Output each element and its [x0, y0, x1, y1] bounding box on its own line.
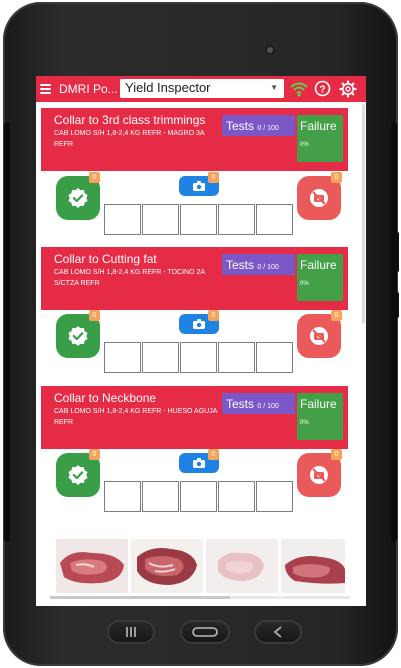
- failure-label: Failure: [300, 397, 337, 411]
- tool-select-value: Yield Inspector: [125, 80, 211, 95]
- camera-icon: [193, 458, 205, 468]
- measurement-cell[interactable]: [256, 204, 293, 235]
- horizontal-scrollbar[interactable]: [50, 596, 350, 599]
- reject-count-badge: 0: [331, 172, 342, 183]
- photo-count-badge: 0: [208, 172, 219, 183]
- measurement-cell[interactable]: [104, 204, 141, 235]
- measurement-cells: [104, 342, 294, 373]
- help-icon[interactable]: ?: [314, 80, 331, 97]
- camera-icon: [193, 319, 205, 329]
- tests-count: 0 / 100: [257, 403, 279, 410]
- measurement-cell[interactable]: [142, 481, 179, 512]
- step-card-header[interactable]: Collar to Cutting fat CAB LOMO S/H 1,8-2…: [41, 247, 348, 310]
- failure-indicator: Failure 0%: [297, 254, 343, 301]
- recent-apps-key[interactable]: [107, 620, 155, 644]
- step-description: CAB LOMO S/H 1,8-2,4 KG REFR - TOCINO 2A…: [54, 269, 205, 287]
- menu-icon[interactable]: [40, 84, 51, 94]
- tablet-bumper-left: [4, 122, 10, 542]
- meat-photo-thumbnail[interactable]: [206, 539, 278, 593]
- front-camera: [267, 47, 273, 53]
- tests-label: Tests: [226, 397, 255, 411]
- no-camera-icon: [310, 466, 328, 484]
- tablet-bumper-right: [391, 122, 397, 542]
- measurement-cell[interactable]: [180, 204, 217, 235]
- tests-counter: Tests 0 / 100: [222, 393, 295, 414]
- no-camera-icon: [310, 189, 328, 207]
- failure-indicator: Failure 0%: [297, 115, 343, 162]
- meat-photo-thumbnail[interactable]: [56, 539, 128, 593]
- tests-label: Tests: [226, 258, 255, 272]
- volume-button: [395, 232, 399, 272]
- svg-text:?: ?: [319, 85, 325, 96]
- approve-count-badge: 0: [89, 172, 100, 183]
- chevron-down-icon: ▼: [270, 83, 278, 92]
- app-topbar: DMRI Po... Yield Inspector ▼ ?: [36, 76, 366, 102]
- check-badge-icon: [68, 465, 88, 485]
- scrollbar-thumb[interactable]: [50, 596, 230, 599]
- reject-count-badge: 0: [331, 310, 342, 321]
- power-button: [395, 292, 399, 318]
- back-key[interactable]: [254, 620, 302, 644]
- vertical-scrollbar[interactable]: [362, 104, 365, 324]
- step-description: CAB LOMO S/H 1,8-2,4 KG REFR - MAGRO 3A …: [54, 130, 205, 148]
- measurement-cell[interactable]: [218, 342, 255, 373]
- measurement-cell[interactable]: [218, 481, 255, 512]
- reject-count-badge: 0: [331, 449, 342, 460]
- failure-percent: 0%: [300, 281, 309, 287]
- gear-icon[interactable]: [339, 80, 357, 98]
- measurement-cell[interactable]: [256, 481, 293, 512]
- measurement-cell[interactable]: [104, 481, 141, 512]
- recent-apps-icon: [126, 627, 136, 637]
- camera-icon: [193, 181, 205, 191]
- failure-label: Failure: [300, 258, 337, 272]
- photo-count-badge: 0: [208, 310, 219, 321]
- check-badge-icon: [68, 326, 88, 346]
- wifi-icon[interactable]: [290, 81, 308, 97]
- measurement-cell[interactable]: [142, 342, 179, 373]
- step-card-header[interactable]: Collar to 3rd class trimmings CAB LOMO S…: [41, 108, 348, 171]
- tests-counter: Tests 0 / 100: [222, 115, 295, 136]
- step-description: CAB LOMO S/H 1,8-2,4 KG REFR - HUESO AGU…: [54, 408, 217, 426]
- approve-count-badge: 0: [89, 310, 100, 321]
- measurement-cell[interactable]: [218, 204, 255, 235]
- measurement-cell[interactable]: [256, 342, 293, 373]
- meat-photo-thumbnail[interactable]: [281, 539, 345, 593]
- step-card-header[interactable]: Collar to Neckbone CAB LOMO S/H 1,8-2,4 …: [41, 386, 348, 449]
- measurement-cells: [104, 204, 294, 235]
- tests-counter: Tests 0 / 100: [222, 254, 295, 275]
- approve-count-badge: 0: [89, 449, 100, 460]
- app-screen: DMRI Po... Yield Inspector ▼ ? Collar to…: [36, 76, 366, 606]
- tests-count: 0 / 100: [257, 264, 279, 271]
- failure-indicator: Failure 0%: [297, 393, 343, 440]
- step-title: Collar to Cutting fat: [54, 252, 157, 266]
- home-icon: [192, 627, 218, 637]
- photo-gallery: [56, 539, 346, 595]
- failure-label: Failure: [300, 119, 337, 133]
- meat-photo-thumbnail[interactable]: [131, 539, 203, 593]
- measurement-cell[interactable]: [142, 204, 179, 235]
- photo-count-badge: 0: [208, 449, 219, 460]
- measurement-cell[interactable]: [180, 342, 217, 373]
- no-camera-icon: [310, 327, 328, 345]
- measurement-cell[interactable]: [104, 342, 141, 373]
- tests-label: Tests: [226, 119, 255, 133]
- measurement-cell[interactable]: [180, 481, 217, 512]
- tests-count: 0 / 100: [257, 125, 279, 132]
- back-arrow-icon: [273, 626, 282, 638]
- failure-percent: 0%: [300, 142, 309, 148]
- home-key[interactable]: [180, 620, 230, 644]
- tool-select[interactable]: Yield Inspector ▼: [120, 79, 284, 98]
- app-title: DMRI Po...: [59, 82, 118, 96]
- failure-percent: 0%: [300, 420, 309, 426]
- check-badge-icon: [68, 188, 88, 208]
- step-title: Collar to Neckbone: [54, 391, 157, 405]
- step-title: Collar to 3rd class trimmings: [54, 113, 206, 127]
- measurement-cells: [104, 481, 294, 512]
